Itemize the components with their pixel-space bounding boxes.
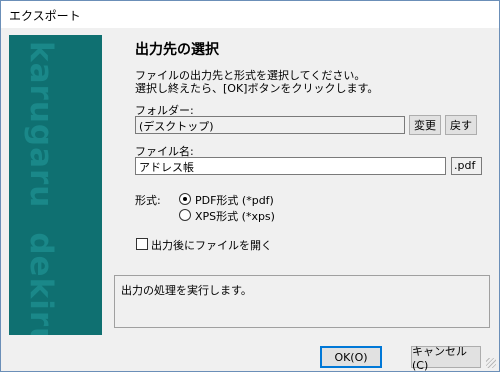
open-after-checkbox[interactable]	[136, 238, 148, 250]
filename-input[interactable]: アドレス帳	[135, 157, 446, 175]
banner-word-2: dekiru	[23, 232, 59, 335]
radio-pdf-label[interactable]: PDF形式 (*pdf)	[195, 192, 274, 208]
banner-watermark: karugaru dekiru	[19, 41, 59, 335]
radio-selected-dot	[183, 197, 187, 201]
folder-field: (デスクトップ)	[135, 116, 405, 134]
radio-xps[interactable]	[179, 209, 191, 221]
radio-xps-label[interactable]: XPS形式 (*xps)	[195, 208, 275, 224]
radio-pdf[interactable]	[179, 193, 191, 205]
title-bar[interactable]: エクスポート	[1, 1, 499, 28]
page-title: 出力先の選択	[135, 42, 219, 58]
format-label: 形式:	[135, 194, 161, 207]
extension-field: .pdf	[451, 157, 482, 175]
export-dialog: エクスポート karugarudekiru 出力先の選択 ファイルの出力先と形式…	[0, 0, 500, 372]
brand-banner: karugaru dekiru	[9, 35, 102, 335]
change-folder-button[interactable]: 変更	[409, 115, 441, 135]
resize-grip-icon[interactable]	[486, 358, 496, 368]
ok-button[interactable]: OK(O)	[320, 346, 382, 368]
open-after-label[interactable]: 出力後にファイルを開く	[151, 237, 272, 253]
reset-folder-button[interactable]: 戻す	[445, 115, 477, 135]
description-line-2: 選択し終えたら、[OK]ボタンをクリックします。	[135, 82, 379, 95]
status-text: 出力の処理を実行します。	[121, 284, 252, 297]
banner-word-1: karugaru	[23, 41, 59, 209]
window-title: エクスポート	[9, 9, 81, 23]
cancel-button[interactable]: キャンセル(C)	[411, 345, 481, 372]
status-box: 出力の処理を実行します。	[114, 275, 490, 328]
